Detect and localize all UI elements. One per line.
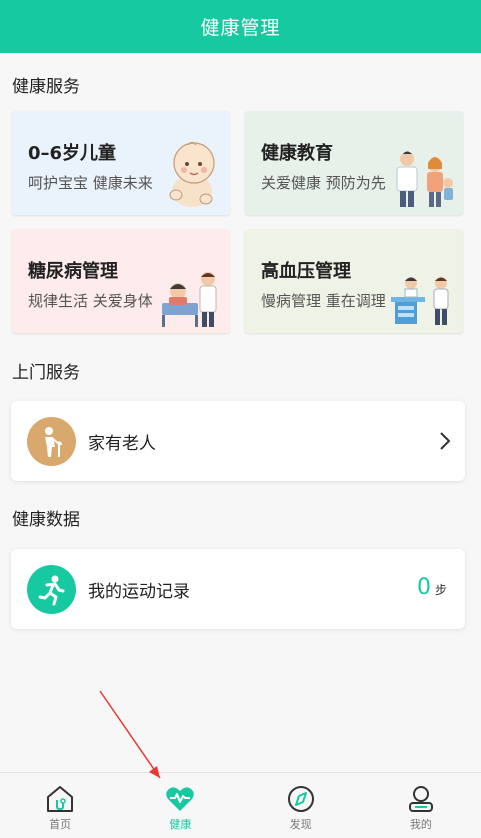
elderly-icon [27, 417, 76, 466]
compass-icon [287, 786, 314, 812]
profile-icon [408, 786, 433, 812]
tab-health[interactable]: 健康 [120, 773, 240, 838]
home-service-elderly-card[interactable]: 家有老人 [11, 401, 465, 481]
service-card-hypertension[interactable]: 高血压管理 慢病管理 重在调理 [245, 229, 463, 333]
steps-value: 0 [417, 575, 431, 600]
card-title: 高血压管理 [261, 261, 351, 282]
exercise-record-label: 我的运动记录 [88, 582, 190, 602]
card-subtitle: 慢病管理 重在调理 [261, 292, 386, 310]
tab-label: 我的 [409, 818, 432, 831]
doctor-family-icon [396, 151, 453, 207]
page-title: 健康管理 [200, 17, 281, 39]
heart-pulse-icon [166, 787, 195, 811]
tab-profile[interactable]: 我的 [361, 773, 481, 838]
section-title-home-services: 上门服务 [12, 363, 80, 383]
bottom-tab-bar: 首页 健康 发现 我的 [0, 772, 481, 838]
card-title: 0–6岁儿童 [28, 143, 117, 164]
consultation-icon [391, 277, 449, 325]
card-subtitle: 关爱健康 预防为先 [261, 174, 386, 192]
chevron-right-icon [440, 432, 451, 450]
exercise-record-card[interactable]: 我的运动记录 0 步 [11, 549, 465, 629]
service-card-children[interactable]: 0–6岁儿童 呵护宝宝 健康未来 [12, 111, 230, 215]
tab-label: 发现 [289, 818, 312, 831]
patient-doctor-icon [162, 272, 217, 327]
card-subtitle: 规律生活 关爱身体 [28, 292, 153, 310]
home-icon [47, 786, 74, 812]
steps-unit: 步 [434, 583, 447, 597]
card-title: 糖尿病管理 [28, 261, 118, 282]
tab-discover[interactable]: 发现 [241, 773, 361, 838]
service-card-health-education[interactable]: 健康教育 关爱健康 预防为先 [245, 111, 463, 215]
service-card-diabetes[interactable]: 糖尿病管理 规律生活 关爱身体 [12, 229, 230, 333]
section-title-health-services: 健康服务 [12, 77, 80, 97]
tab-label: 首页 [49, 818, 72, 831]
tab-home[interactable]: 首页 [0, 773, 120, 838]
home-service-label: 家有老人 [88, 434, 156, 454]
baby-icon [169, 141, 215, 207]
card-title: 健康教育 [261, 143, 333, 164]
app-header: 健康管理 [0, 0, 481, 53]
tab-label: 健康 [169, 818, 192, 831]
running-icon [27, 565, 76, 614]
card-subtitle: 呵护宝宝 健康未来 [28, 174, 153, 192]
section-title-health-data: 健康数据 [12, 510, 80, 530]
